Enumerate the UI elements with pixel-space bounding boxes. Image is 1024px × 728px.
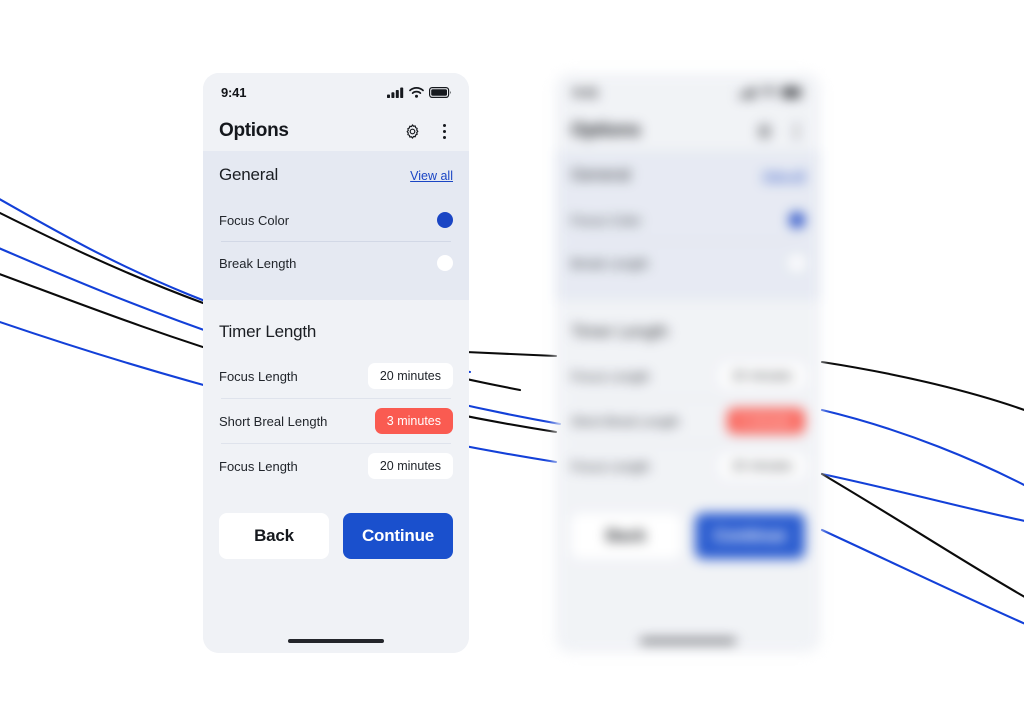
status-bar: 9:41 xyxy=(203,73,469,111)
ghost-row-label: Focus Length xyxy=(571,368,650,384)
ghost-general-title: General xyxy=(571,165,631,184)
ghost-app-bar-actions xyxy=(754,121,805,141)
break-length-swatch[interactable] xyxy=(437,255,453,271)
short-break-length-value-pill[interactable]: 3 minutes xyxy=(374,408,453,434)
ghost-view-all-link: View all xyxy=(762,169,805,183)
home-indicator xyxy=(288,639,384,643)
ghost-row-label: Break Length xyxy=(571,255,649,271)
general-section-title: General xyxy=(219,165,279,184)
row-focus-length-2[interactable]: Focus Length 20 minutes xyxy=(219,444,453,488)
row-label-short-break-length: Short Breal Length xyxy=(219,413,328,429)
more-options-button[interactable] xyxy=(435,121,453,141)
cellular-signal-icon xyxy=(387,87,404,98)
ghost-status-time: 9:41 xyxy=(573,84,599,100)
row-label-break-length: Break Length xyxy=(219,255,297,271)
ghost-row-break-length: Break Length xyxy=(571,242,805,284)
row-focus-color[interactable]: Focus Color xyxy=(219,199,453,241)
phone-ghost-duplicate: 9:41 Options General View all Focus Colo… xyxy=(555,73,821,653)
ghost-general-header: General View all xyxy=(571,165,805,185)
status-icons xyxy=(387,86,451,98)
row-focus-length-1[interactable]: Focus Length 20 minutes xyxy=(219,354,453,398)
kebab-menu-icon xyxy=(442,123,446,127)
home-indicator-area xyxy=(219,559,453,653)
row-short-break-length[interactable]: Short Breal Length 3 minutes xyxy=(219,399,453,443)
app-bar-actions xyxy=(402,121,453,141)
ghost-timer-section: Timer Length Focus Length 20 minutes Sho… xyxy=(555,300,821,653)
timer-length-section: Timer Length Focus Length 20 minutes Sho… xyxy=(203,300,469,653)
ghost-page-title: Options xyxy=(571,120,641,141)
ghost-general-section: General View all Focus Color Break Lengt… xyxy=(555,151,821,300)
row-label-focus-length: Focus Length xyxy=(219,458,298,474)
ghost-row-focus-color: Focus Color xyxy=(571,199,805,241)
ghost-color-swatch xyxy=(789,255,805,271)
row-break-length[interactable]: Break Length xyxy=(219,242,453,284)
kebab-menu-icon xyxy=(442,129,446,133)
back-button[interactable]: Back xyxy=(219,513,329,559)
ghost-timer-row: Focus Length 20 minutes xyxy=(571,354,805,398)
ghost-row-value: 3 minutes xyxy=(726,408,805,434)
ghost-home-indicator xyxy=(640,639,736,643)
focus-color-swatch[interactable] xyxy=(437,212,453,228)
cellular-signal-icon xyxy=(739,87,756,98)
ghost-timer-row: Focus Length 20 minutes xyxy=(571,444,805,488)
ghost-row-value: 20 minutes xyxy=(719,363,805,389)
ghost-home-area xyxy=(571,559,805,653)
ghost-row-label: Focus Length xyxy=(571,458,650,474)
footer-buttons: Back Continue xyxy=(219,513,453,559)
ghost-gear-icon xyxy=(754,121,774,141)
focus-length-value-pill[interactable]: 20 minutes xyxy=(367,363,453,389)
gear-icon xyxy=(758,123,770,139)
ghost-kebab-menu-icon xyxy=(787,121,805,141)
page-title: Options xyxy=(219,120,289,141)
ghost-status-bar: 9:41 xyxy=(555,73,821,111)
ghost-status-icons xyxy=(739,86,803,98)
status-time: 9:41 xyxy=(221,84,247,100)
ghost-row-label: Short Breal Length xyxy=(571,413,680,429)
battery-icon xyxy=(429,86,451,98)
ghost-app-bar: Options xyxy=(555,111,821,151)
wifi-icon xyxy=(409,86,424,98)
continue-button[interactable]: Continue xyxy=(343,513,453,559)
timer-length-title: Timer Length xyxy=(219,322,317,341)
ghost-color-swatch xyxy=(789,212,805,228)
row-label-focus-length: Focus Length xyxy=(219,368,298,384)
ghost-row-value: 20 minutes xyxy=(719,453,805,479)
battery-icon xyxy=(781,86,803,98)
view-all-link[interactable]: View all xyxy=(410,169,453,183)
focus-length-value-pill-2[interactable]: 20 minutes xyxy=(367,453,453,479)
gear-icon xyxy=(406,123,418,139)
background-curves xyxy=(0,198,1024,625)
ghost-continue-button: Continue xyxy=(695,513,805,559)
ghost-timer-row: Short Breal Length 3 minutes xyxy=(571,399,805,443)
general-section: General View all Focus Color Break Lengt… xyxy=(203,151,469,300)
ghost-back-button: Back xyxy=(571,513,681,559)
ghost-timer-title: Timer Length xyxy=(571,322,669,341)
settings-button[interactable] xyxy=(402,121,422,141)
app-bar: Options xyxy=(203,111,469,151)
wifi-icon xyxy=(761,86,776,98)
kebab-menu-icon xyxy=(442,135,446,139)
row-label-focus-color: Focus Color xyxy=(219,212,290,228)
phone-screen: 9:41 Options General View all Focus Colo… xyxy=(203,73,469,653)
ghost-footer-buttons: Back Continue xyxy=(571,513,805,559)
ghost-row-label: Focus Color xyxy=(571,212,642,228)
general-section-header: General View all xyxy=(219,165,453,185)
